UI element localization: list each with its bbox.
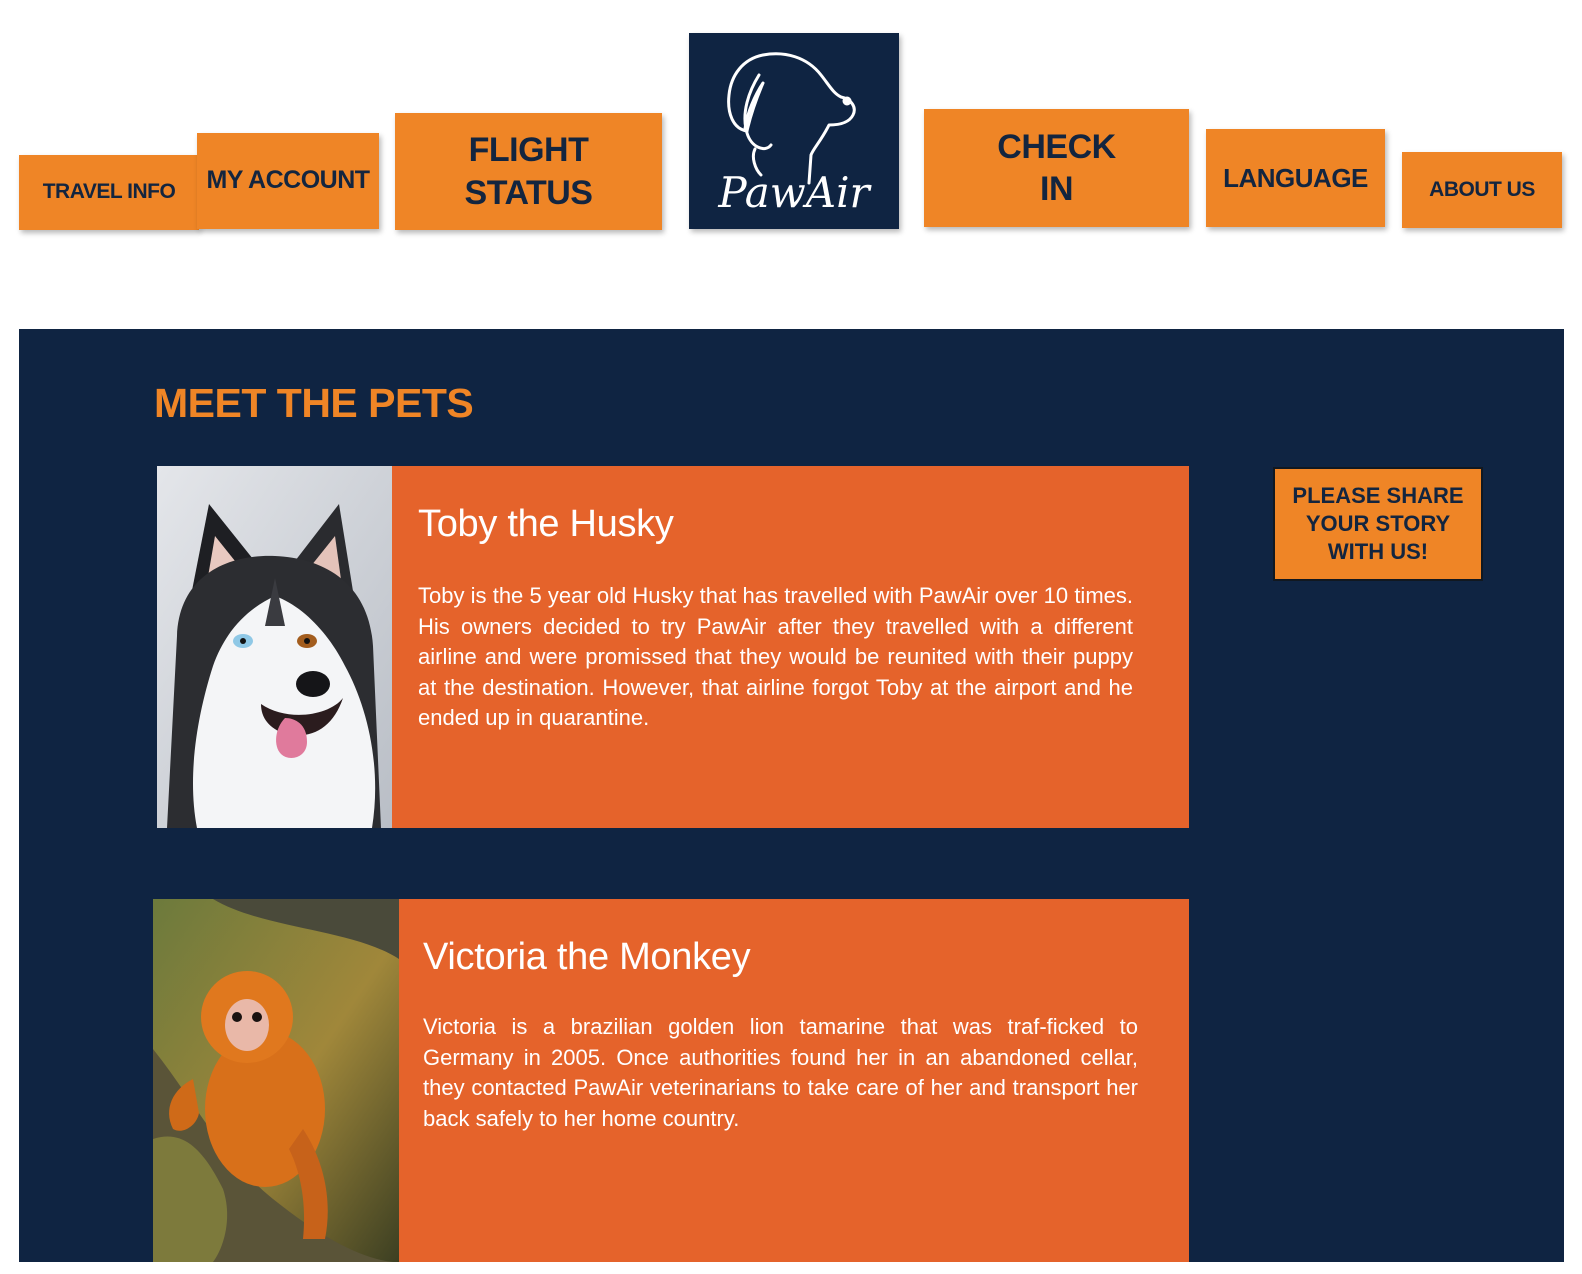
share-story-label: PLEASE SHARE YOUR STORY WITH US! <box>1292 483 1464 564</box>
nav-flight-status-label: FLIGHT STATUS <box>464 131 593 212</box>
nav-check-in[interactable]: CHECK IN <box>924 109 1189 227</box>
nav-my-account[interactable]: MY ACCOUNT <box>197 133 379 229</box>
nav-my-account-label: MY ACCOUNT <box>206 166 370 195</box>
logo-wordmark: PawAir <box>717 168 872 217</box>
nav-about-us[interactable]: ABOUT US <box>1402 152 1562 228</box>
nav-travel-info[interactable]: TRAVEL INFO <box>19 155 199 230</box>
pet-description: Victoria is a brazilian golden lion tama… <box>423 1014 1138 1131</box>
logo[interactable]: PawAir <box>689 33 899 229</box>
pet-name: Victoria the Monkey <box>423 936 751 978</box>
pet-card-toby: Toby the Husky Toby is the 5 year old Hu… <box>157 466 1189 828</box>
meet-the-pets-section: MEET THE PETS PLEASE SHARE YOUR STORY WI… <box>19 329 1564 1262</box>
nav-travel-info-label: TRAVEL INFO <box>42 180 176 204</box>
share-story-button[interactable]: PLEASE SHARE YOUR STORY WITH US! <box>1273 467 1483 581</box>
dog-head-icon: PawAir <box>717 52 873 217</box>
pet-card-victoria: Victoria the Monkey Victoria is a brazil… <box>153 899 1189 1262</box>
monkey-photo <box>153 899 399 1262</box>
nav-check-in-label: CHECK IN <box>997 127 1116 209</box>
nav-about-us-label: ABOUT US <box>1429 177 1535 201</box>
section-title: MEET THE PETS <box>154 380 474 426</box>
nav-flight-status[interactable]: FLIGHT STATUS <box>395 113 662 230</box>
husky-photo <box>157 466 392 828</box>
pet-description: Toby is the 5 year old Husky that has tr… <box>418 583 1133 730</box>
nav-language-label: LANGUAGE <box>1223 162 1368 193</box>
nav-language[interactable]: LANGUAGE <box>1206 129 1385 227</box>
pet-name: Toby the Husky <box>418 503 674 545</box>
